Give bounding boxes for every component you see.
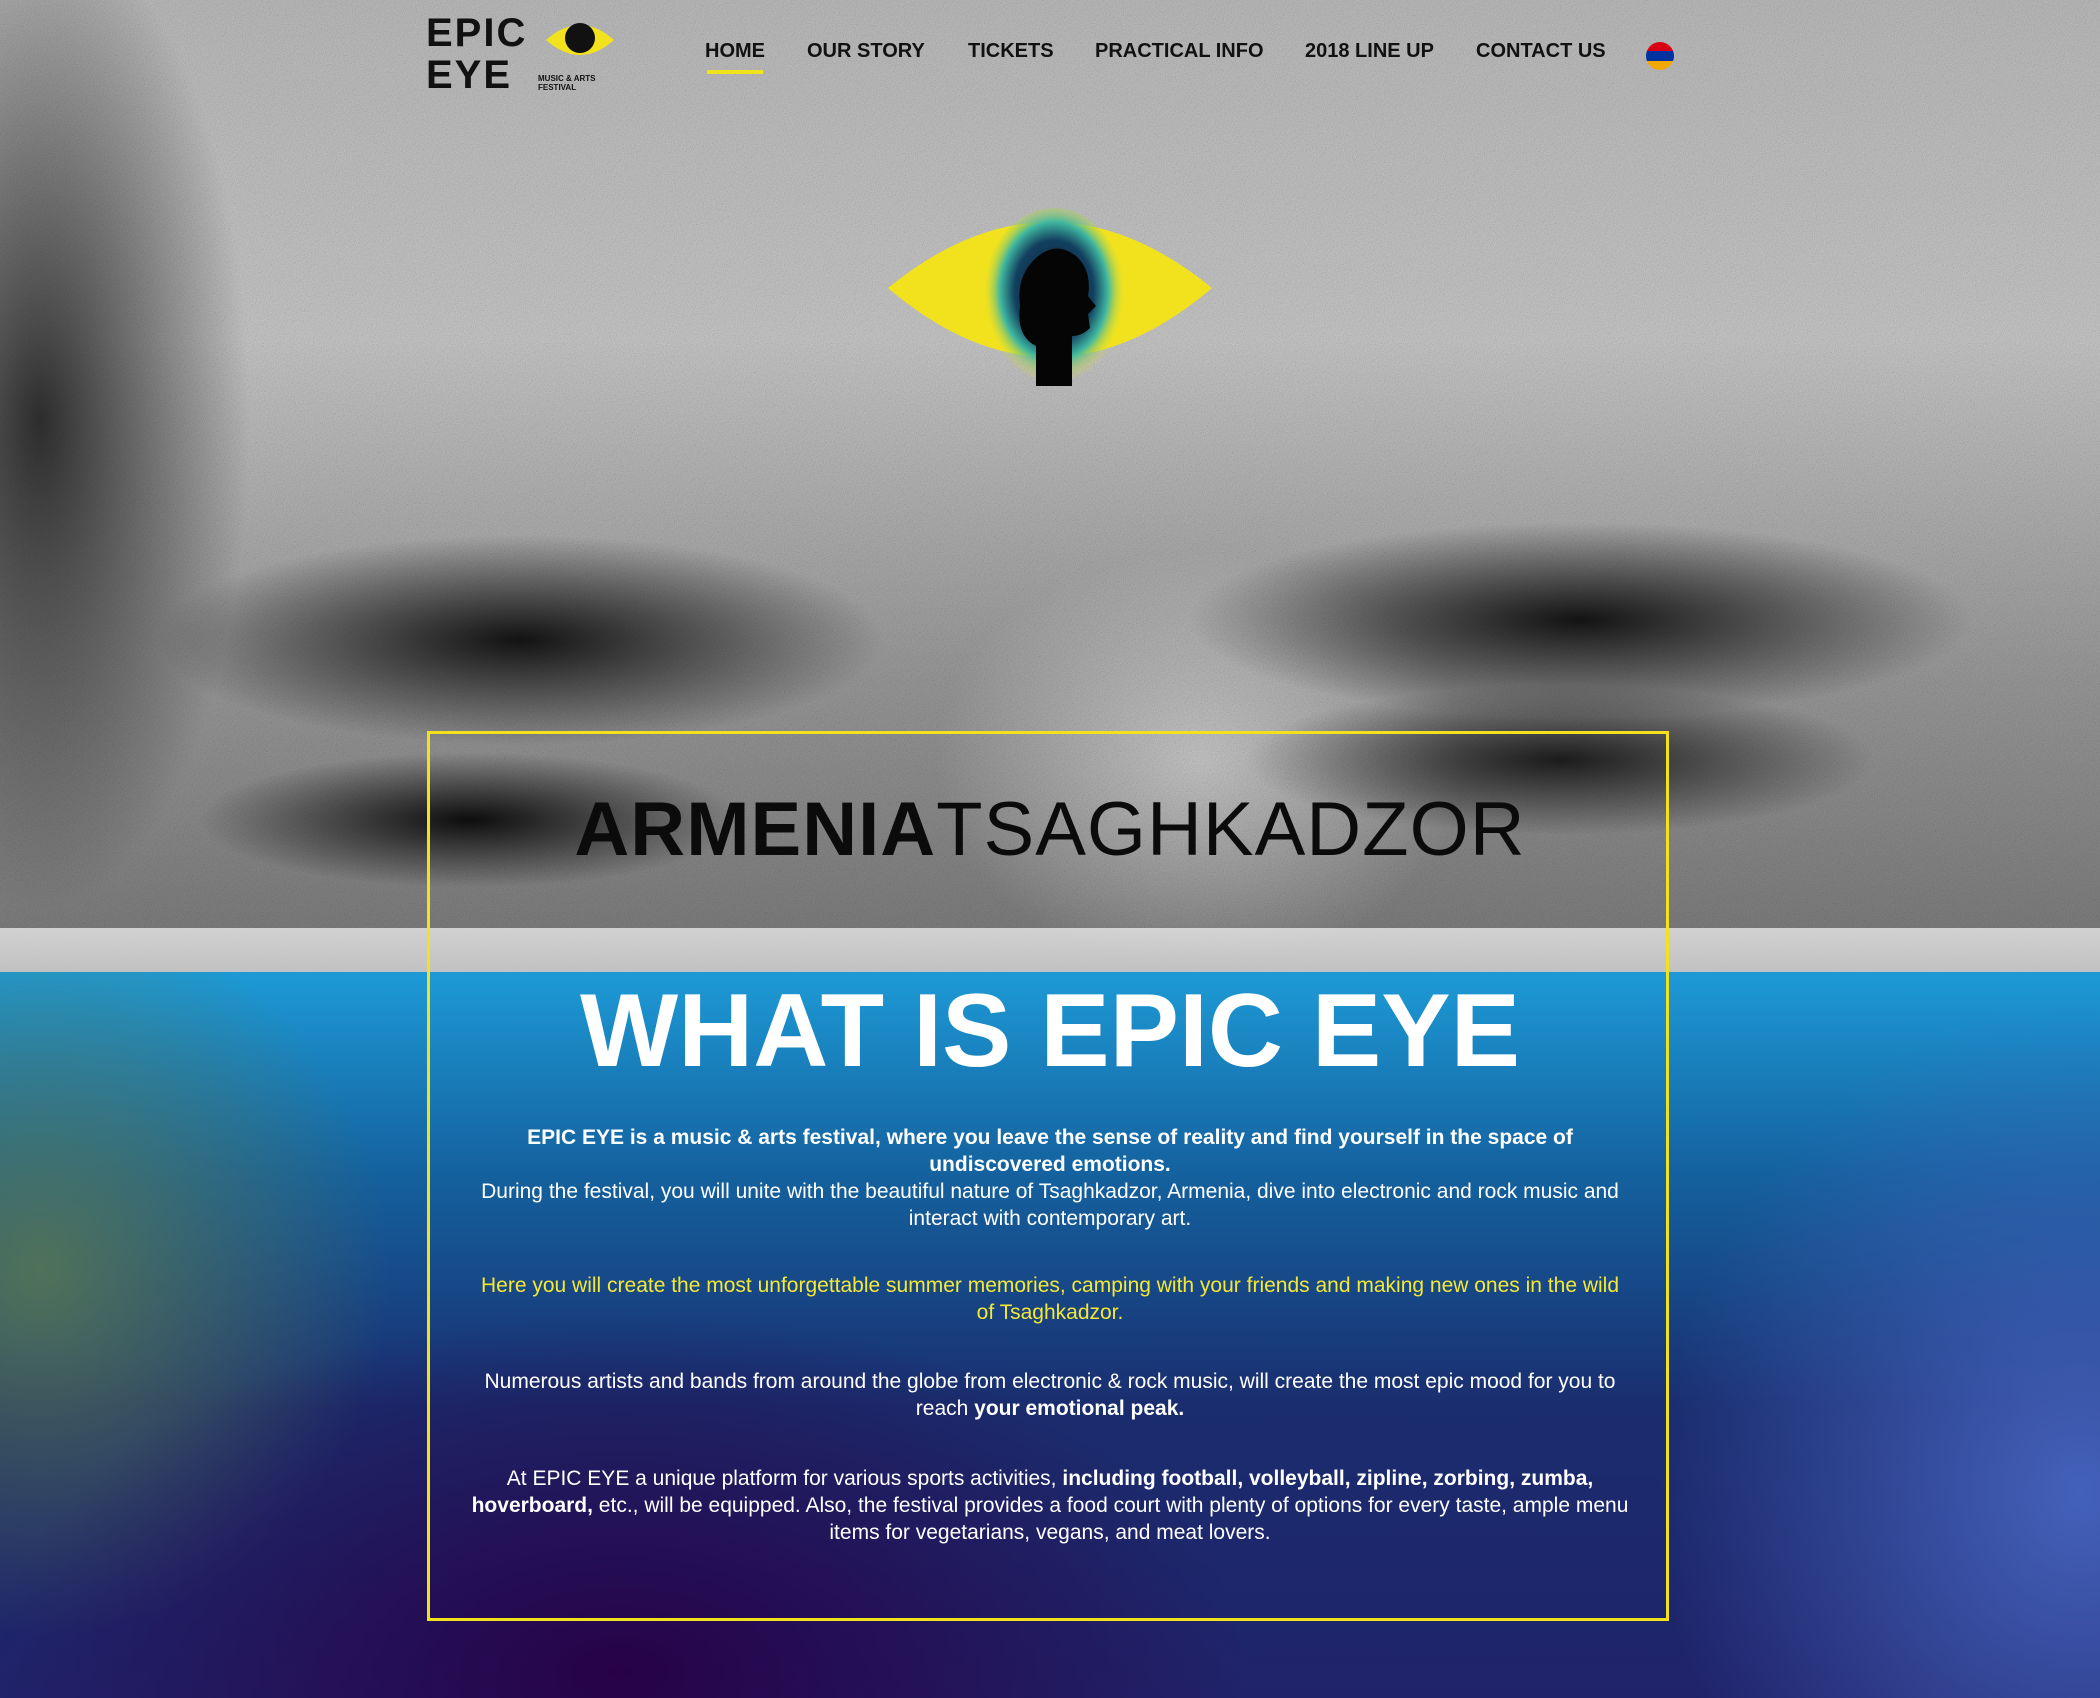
- about-paragraph-3: Numerous artists and bands from around t…: [470, 1368, 1630, 1422]
- location-country: ARMENIA: [574, 787, 937, 872]
- nav-home[interactable]: HOME: [705, 40, 765, 74]
- nav-2018-line-up[interactable]: 2018 LINE UP: [1305, 40, 1434, 63]
- about-sports-text: At EPIC EYE a unique platform for variou…: [506, 1467, 1063, 1490]
- about-artists-bold: your emotional peak.: [974, 1397, 1185, 1420]
- festival-eye-emblem: [888, 208, 1212, 392]
- location-town: TSAGHKADZOR: [936, 787, 1526, 872]
- nav-tickets[interactable]: TICKETS: [968, 40, 1054, 63]
- about-paragraph-4: At EPIC EYE a unique platform for variou…: [470, 1465, 1630, 1546]
- nav-contact-us[interactable]: CONTACT US: [1476, 40, 1606, 63]
- about-heading: WHAT IS EPIC EYE: [580, 973, 1520, 1089]
- about-food-text: etc., will be equipped. Also, the festiv…: [592, 1494, 1629, 1544]
- about-paragraph-1: EPIC EYE is a music & arts festival, whe…: [470, 1124, 1630, 1232]
- main-navigation: HOME OUR STORY TICKETS PRACTICAL INFO 20…: [0, 40, 2100, 80]
- about-intro-text: During the festival, you will unite with…: [481, 1180, 1619, 1230]
- armenia-flag-icon[interactable]: [1646, 42, 1674, 70]
- about-intro-bold: EPIC EYE is a music & arts festival, whe…: [527, 1126, 1573, 1176]
- nav-our-story[interactable]: OUR STORY: [807, 40, 925, 63]
- about-paragraph-2: Here you will create the most unforgetta…: [480, 1274, 1620, 1324]
- nav-practical-info[interactable]: PRACTICAL INFO: [1095, 40, 1264, 63]
- location-title: ARMENIATSAGHKADZOR: [0, 786, 2100, 873]
